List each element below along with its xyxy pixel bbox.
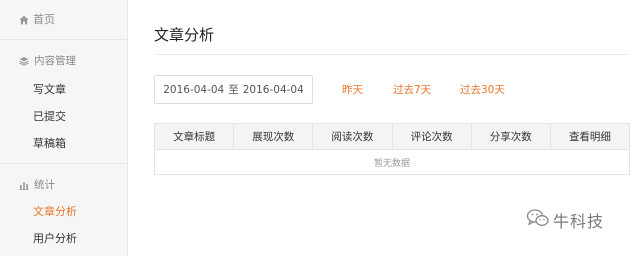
watermark-text: 牛科技 — [553, 212, 605, 231]
column-header-reads: 阅读次数 — [313, 124, 393, 149]
table-header: 文章标题 展现次数 阅读次数 评论次数 分享次数 查看明细 — [155, 124, 629, 150]
column-header-impressions: 展现次数 — [234, 124, 314, 149]
date-range-end: 2016-04-04 — [242, 83, 304, 96]
sidebar-section-title: 统计 — [34, 178, 55, 191]
title-divider — [154, 54, 630, 55]
bar-chart-icon — [19, 175, 29, 194]
sidebar-item-article-analysis[interactable]: 文章分析 — [33, 200, 77, 222]
column-header-comments: 评论次数 — [393, 124, 472, 149]
sidebar-item-submitted[interactable]: 已提交 — [33, 105, 66, 127]
wechat-icon — [526, 208, 550, 232]
sidebar-section-stats: 统计 — [0, 172, 127, 196]
sidebar-item-home[interactable]: 首页 — [0, 4, 127, 34]
page-title: 文章分析 — [154, 26, 215, 44]
sidebar-section-title: 内容管理 — [34, 54, 76, 67]
sidebar-item-user-analysis[interactable]: 用户分析 — [33, 227, 77, 249]
column-header-article-title: 文章标题 — [155, 124, 235, 149]
range-last-7-days-button[interactable]: 过去7天 — [393, 82, 431, 97]
sidebar-divider — [0, 163, 127, 164]
sidebar-item-label: 首页 — [33, 13, 55, 26]
layers-icon — [19, 51, 29, 70]
date-range-start: 2016-04-04 — [163, 83, 225, 96]
range-yesterday-button[interactable]: 昨天 — [342, 82, 363, 97]
range-last-30-days-button[interactable]: 过去30天 — [460, 82, 505, 97]
column-header-details: 查看明细 — [568, 131, 611, 143]
sidebar-item-drafts[interactable]: 草稿箱 — [33, 132, 66, 154]
home-icon — [19, 10, 29, 29]
sidebar-item-write-article[interactable]: 写文章 — [33, 78, 66, 100]
date-range-picker[interactable]: 2016-04-04 至 2016-04-04 — [154, 75, 313, 104]
sidebar: 首页 内容管理 写文章 已提交 草稿箱 统计 文章分析 用户分析 — [0, 0, 128, 256]
sidebar-section-content: 内容管理 — [0, 48, 127, 72]
column-header-shares: 分享次数 — [472, 124, 551, 149]
table-empty-state: 暂无数据 — [373, 158, 410, 169]
watermark: 牛科技 — [526, 208, 604, 232]
date-range-separator: 至 — [228, 84, 239, 96]
article-stats-table: 文章标题 展现次数 阅读次数 评论次数 分享次数 查看明细 暂无数据 — [154, 123, 630, 175]
sidebar-divider — [0, 39, 127, 40]
